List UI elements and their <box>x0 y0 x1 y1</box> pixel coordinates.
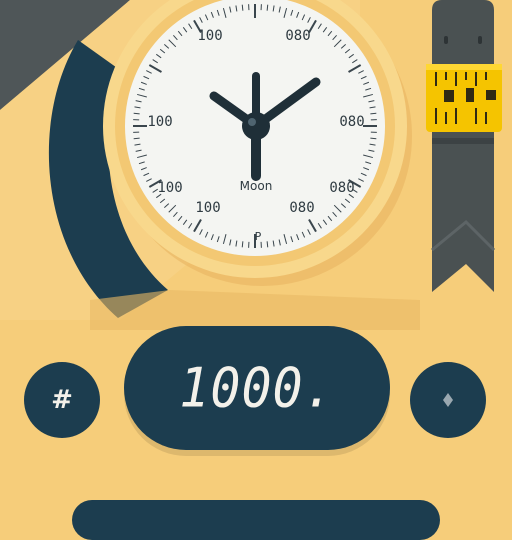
dial-hub <box>242 112 270 140</box>
dial-label-2: 080 <box>285 28 310 44</box>
tape-measure-tag <box>432 0 494 292</box>
dial-label-1: 100 <box>197 28 222 44</box>
dial-label-4: 080 <box>339 114 364 130</box>
weight-reading: 1000. <box>179 357 335 420</box>
bottom-bar <box>72 500 440 540</box>
dial-tick <box>134 113 140 114</box>
dial-tick <box>267 241 268 247</box>
dial-bottom-label: P <box>255 230 262 243</box>
right-button[interactable] <box>410 362 486 438</box>
left-button[interactable]: # <box>24 362 100 438</box>
tape-measure-band <box>426 64 502 132</box>
diamond-icon <box>443 393 453 407</box>
dial-label-6: 080 <box>329 180 354 196</box>
dial-label-5: 100 <box>157 180 182 196</box>
dial-tick <box>267 5 268 11</box>
hash-icon: # <box>51 385 73 415</box>
dial-tick <box>370 138 376 139</box>
dial-label-3: 100 <box>147 114 172 130</box>
dial-hub-highlight <box>248 118 256 126</box>
display-shadow <box>90 290 420 330</box>
dial-tick <box>242 5 243 11</box>
dial-tick <box>242 241 243 247</box>
dial-label-7: 100 <box>195 200 220 216</box>
weight-display: 1000. <box>124 326 390 450</box>
dial-tick <box>370 113 376 114</box>
dial-tick <box>134 138 140 139</box>
dial-label-8: 080 <box>289 200 314 216</box>
dial-center-label: Moon <box>240 179 273 193</box>
